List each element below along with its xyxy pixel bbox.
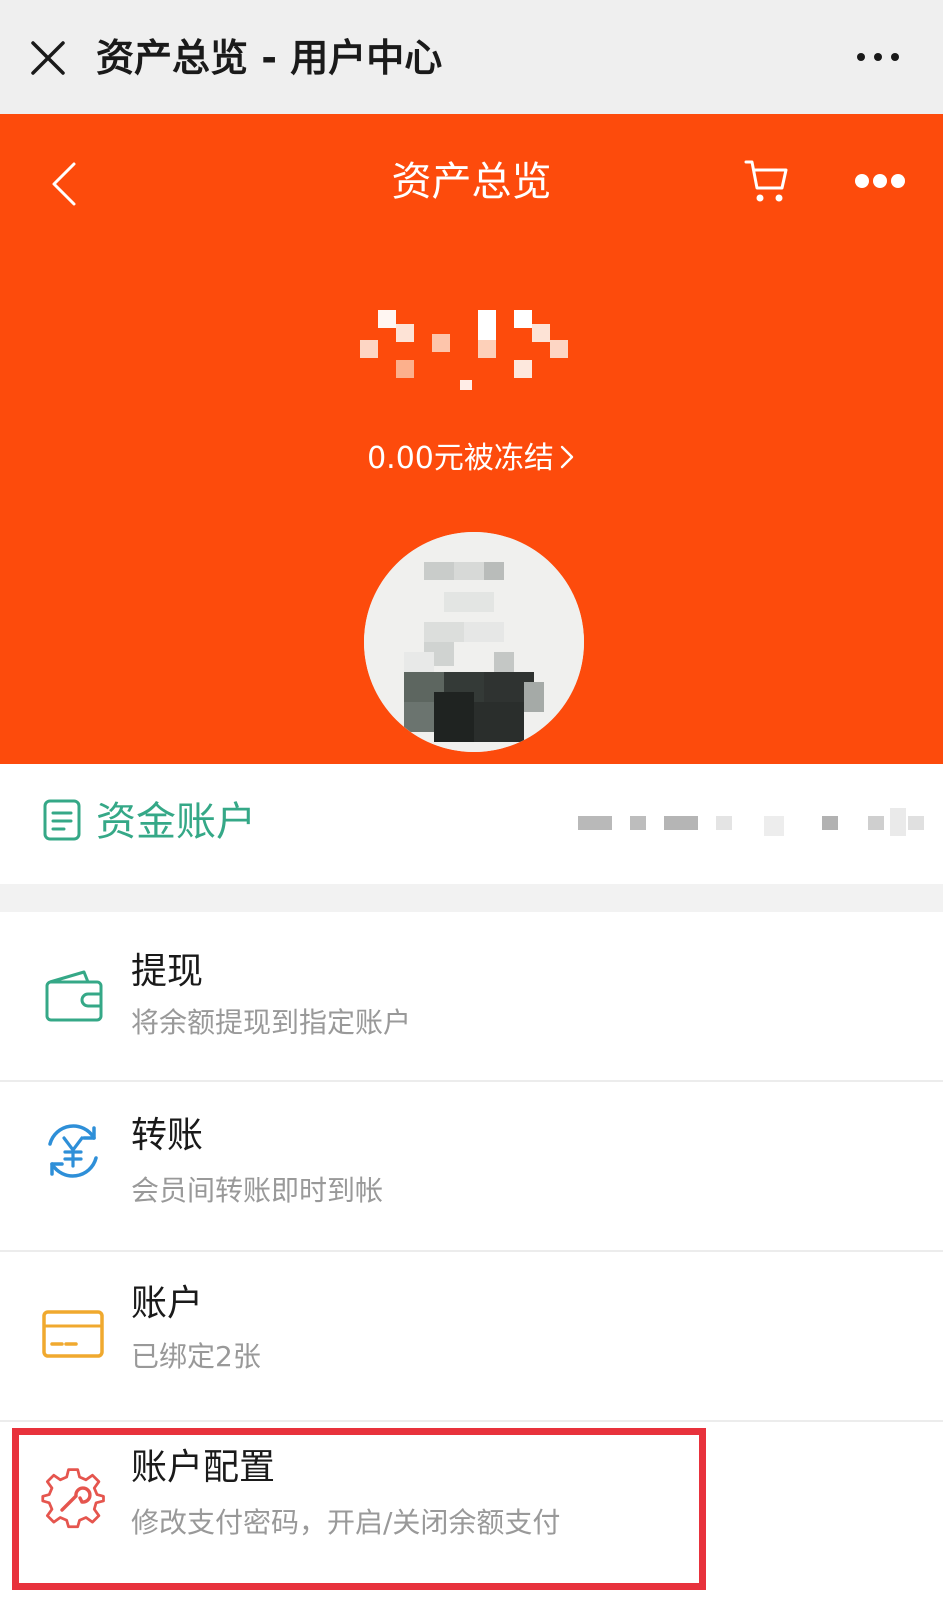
fund-account-row[interactable]: 资金账户: [0, 764, 943, 884]
more-dots-icon[interactable]: [853, 42, 903, 72]
withdraw-item[interactable]: 提现 将余额提现到指定账户: [0, 912, 943, 1082]
document-icon: [43, 799, 81, 841]
frozen-amount-text: 0.00元被冻结: [367, 441, 554, 476]
transfer-item[interactable]: 转账 会员间转账即时到帐: [0, 1082, 943, 1252]
account-settings-subtitle: 修改支付密码，开启/关闭余额支付: [131, 1506, 561, 1539]
more-dots-icon[interactable]: [854, 166, 906, 196]
asset-header: 资产总览 0.00元被冻结: [0, 114, 943, 764]
bank-accounts-title: 账户: [131, 1283, 204, 1324]
transfer-title: 转账: [131, 1115, 204, 1156]
withdraw-subtitle: 将余额提现到指定账户: [131, 1006, 412, 1039]
chevron-right-icon: [560, 445, 574, 469]
webview-top-bar: 资产总览 - 用户中心: [0, 0, 943, 114]
account-settings-item[interactable]: 账户配置 修改支付密码，开启/关闭余额支付: [0, 1422, 943, 1600]
account-settings-title: 账户配置: [131, 1447, 276, 1488]
transfer-subtitle: 会员间转账即时到帐: [131, 1174, 384, 1207]
avatar-pixelated-image: [364, 532, 584, 752]
cart-icon[interactable]: [742, 156, 792, 206]
bank-accounts-subtitle: 已绑定2张: [131, 1340, 261, 1373]
window-title: 资产总览 - 用户中心: [96, 36, 443, 80]
wallet-icon: [45, 970, 103, 1022]
page-title: 资产总览: [391, 159, 552, 205]
fund-account-value-pixelated: [578, 808, 924, 836]
bank-card-icon: [42, 1310, 104, 1358]
balance-amount-pixelated: [360, 310, 568, 390]
fund-account-label: 资金账户: [96, 799, 256, 845]
section-divider: [0, 884, 943, 912]
yuan-transfer-icon: [48, 1124, 98, 1178]
bank-accounts-item[interactable]: 账户 已绑定2张: [0, 1252, 943, 1422]
close-icon[interactable]: [28, 38, 68, 78]
frozen-amount-link[interactable]: 0.00元被冻结: [0, 436, 943, 482]
gear-wrench-icon: [41, 1468, 105, 1529]
avatar: [364, 532, 584, 752]
withdraw-title: 提现: [131, 951, 204, 992]
